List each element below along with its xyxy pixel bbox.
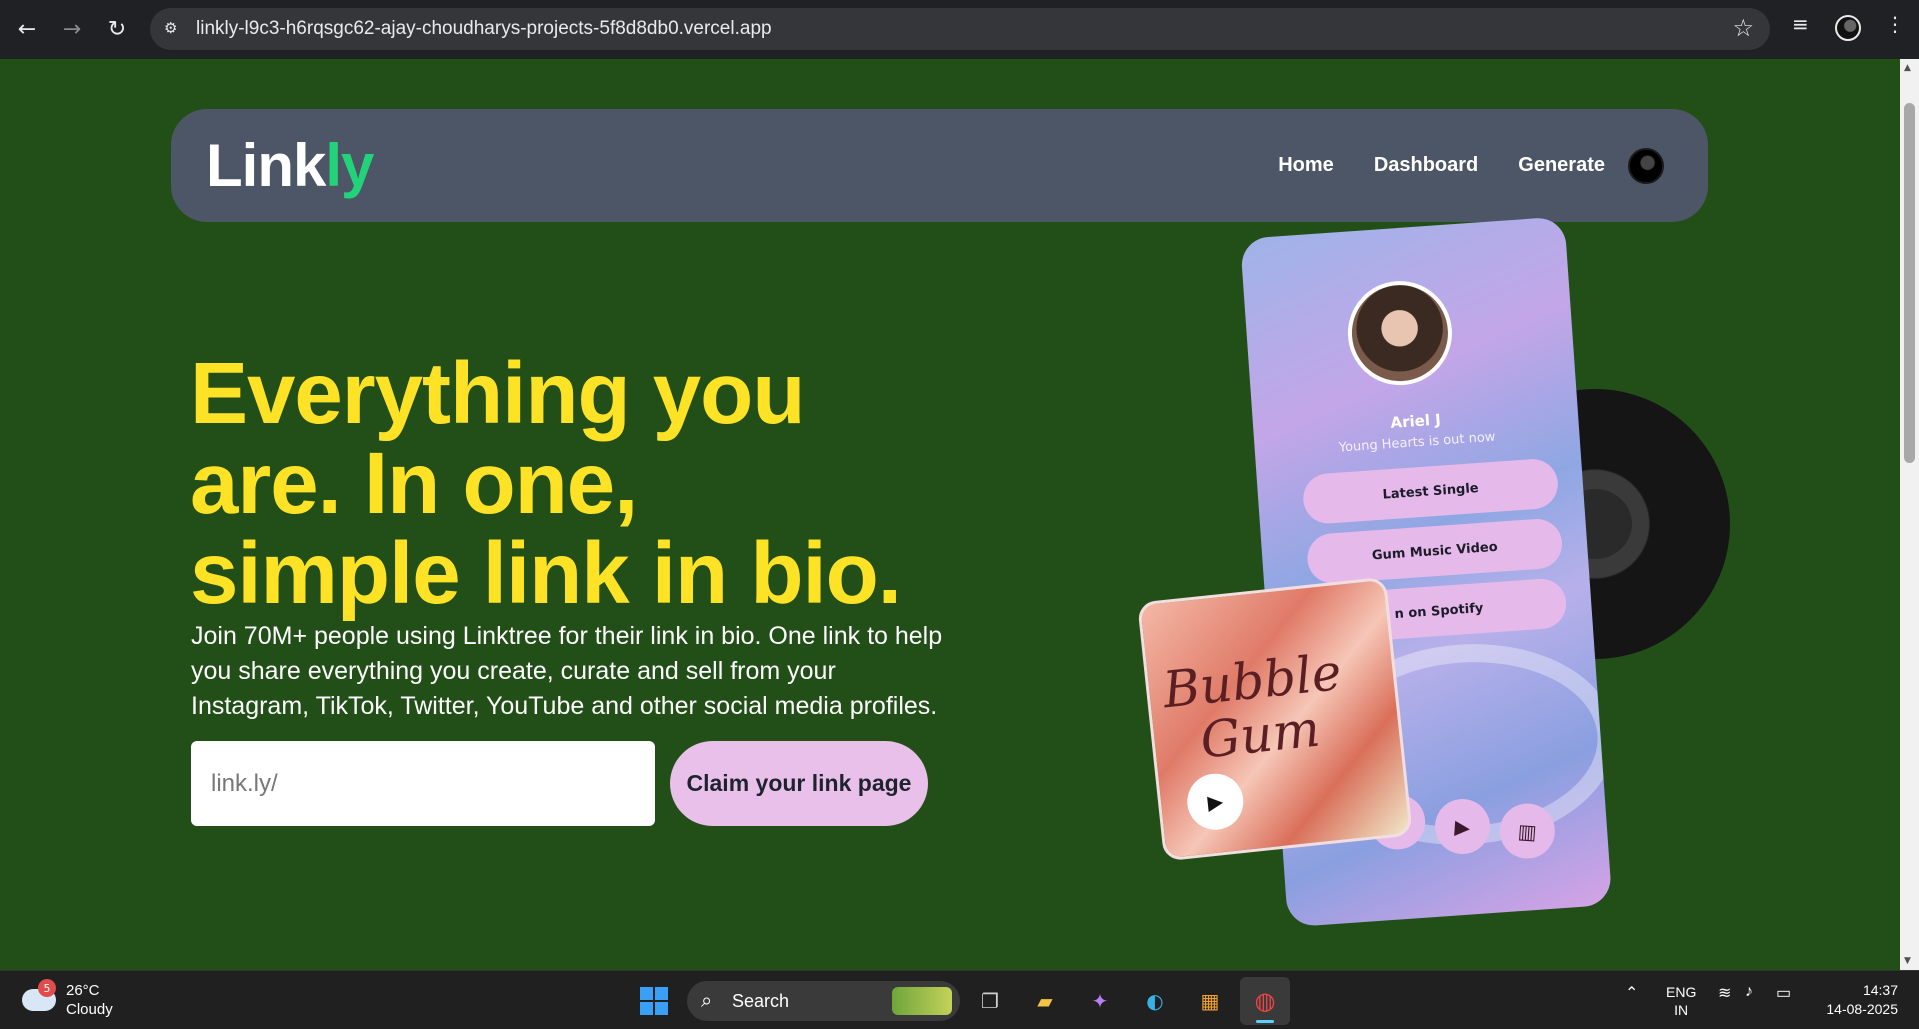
time: 14:37 [1862, 982, 1898, 998]
site-navbar: Linkly Home Dashboard Generate [171, 109, 1708, 222]
wifi-icon[interactable]: ≋ [1718, 983, 1731, 1003]
search-icon: ⌕ [701, 988, 713, 1012]
nav-home-link[interactable]: Home [1278, 154, 1334, 177]
weather-badge: 5 [38, 979, 56, 997]
youtube-icon: ▶ [1433, 797, 1492, 856]
album-cover-image: Bubble Gum ▶ [1137, 576, 1413, 862]
weather-temp: 26°C [66, 982, 100, 999]
web-page: Linkly Home Dashboard Generate Everythin… [0, 59, 1900, 970]
mock-link-button: Latest Single [1301, 457, 1560, 526]
chevron-up-icon[interactable]: ⌃ [1625, 983, 1638, 1003]
bookmark-star-icon[interactable]: ☆ [1732, 14, 1754, 42]
profile-photo [1344, 277, 1456, 389]
link-input[interactable] [191, 741, 655, 826]
clock[interactable]: 14:37 14-08-2025 [1810, 981, 1898, 1019]
taskbar-search[interactable]: ⌕ Search [687, 981, 960, 1021]
menu-icon[interactable]: ⋮ [1885, 12, 1905, 36]
address-bar[interactable]: ⚙ linkly-l9c3-h6rqsgc62-ajay-choudharys-… [150, 8, 1770, 50]
reading-list-icon[interactable]: ≡ [1792, 12, 1809, 36]
hero-title-line-1: Everything you [190, 345, 805, 442]
file-explorer-icon[interactable]: ▰ [1028, 984, 1062, 1018]
hero-subtitle: Join 70M+ people using Linktree for thei… [191, 622, 943, 720]
language-indicator[interactable]: ENG IN [1666, 983, 1696, 1019]
music-chart-icon: ▥ [1497, 801, 1557, 861]
browser-toolbar: ← → ↻ ⚙ linkly-l9c3-h6rqsgc62-ajay-choud… [0, 0, 1919, 59]
nav-generate-link[interactable]: Generate [1518, 154, 1605, 177]
url-text[interactable]: linkly-l9c3-h6rqsgc62-ajay-choudharys-pr… [196, 18, 772, 40]
weather-widget[interactable]: 5 26°C Cloudy [22, 979, 113, 1019]
windows-taskbar: 5 26°C Cloudy ⌕ Search ❐ ▰ ✦ ◐ ▦ ◍ ⌃ ENG… [0, 970, 1919, 1029]
start-icon[interactable] [640, 987, 668, 1015]
logo-accent: ly [325, 132, 374, 199]
task-view-icon[interactable]: ❐ [973, 984, 1007, 1018]
weather-desc: Cloudy [66, 1001, 113, 1018]
search-highlight-image [892, 987, 952, 1015]
claim-link-button[interactable]: Claim your link page [670, 741, 928, 826]
date: 14-08-2025 [1826, 1001, 1898, 1017]
logo[interactable]: Linkly [206, 131, 374, 200]
search-label: Search [732, 991, 790, 1011]
chrome-icon: ◍ [1254, 987, 1276, 1015]
back-icon[interactable]: ← [10, 12, 44, 46]
site-info-icon[interactable]: ⚙ [164, 19, 186, 39]
nav-links: Home Dashboard Generate [1278, 154, 1605, 177]
cloud-icon: 5 [22, 979, 56, 1011]
play-icon: ▶ [1184, 770, 1247, 833]
forward-icon[interactable]: → [55, 12, 89, 46]
edge-icon[interactable]: ◐ [1138, 984, 1172, 1018]
copilot-icon[interactable]: ✦ [1083, 984, 1117, 1018]
nav-dashboard-link[interactable]: Dashboard [1374, 154, 1478, 177]
chrome-taskbar-button[interactable]: ◍ [1240, 977, 1290, 1025]
hero-title-line-2: are. In one, [190, 435, 638, 532]
hero-title: Everything you are. In one, simple link … [190, 349, 990, 619]
hero-illustration: Ariel J Young Hearts is out now Latest S… [1137, 216, 1730, 959]
battery-icon[interactable]: ▭ [1776, 983, 1791, 1003]
store-icon[interactable]: ▦ [1193, 984, 1227, 1018]
volume-icon[interactable]: ♪ [1745, 983, 1753, 1001]
scrollbar-thumb[interactable] [1904, 103, 1915, 463]
scroll-up-icon[interactable]: ▲ [1904, 63, 1911, 73]
hero-title-line-3: simple link in bio. [190, 525, 902, 622]
reload-icon[interactable]: ↻ [100, 12, 134, 46]
logo-main: Link [206, 132, 326, 199]
page-scrollbar[interactable]: ▲ ▼ [1900, 59, 1919, 970]
profile-avatar[interactable] [1835, 15, 1861, 41]
album-title: Bubble Gum [1160, 643, 1345, 770]
scroll-down-icon[interactable]: ▼ [1904, 956, 1911, 966]
user-avatar[interactable] [1628, 148, 1664, 184]
mock-link-button: Gum Music Video [1305, 517, 1564, 586]
